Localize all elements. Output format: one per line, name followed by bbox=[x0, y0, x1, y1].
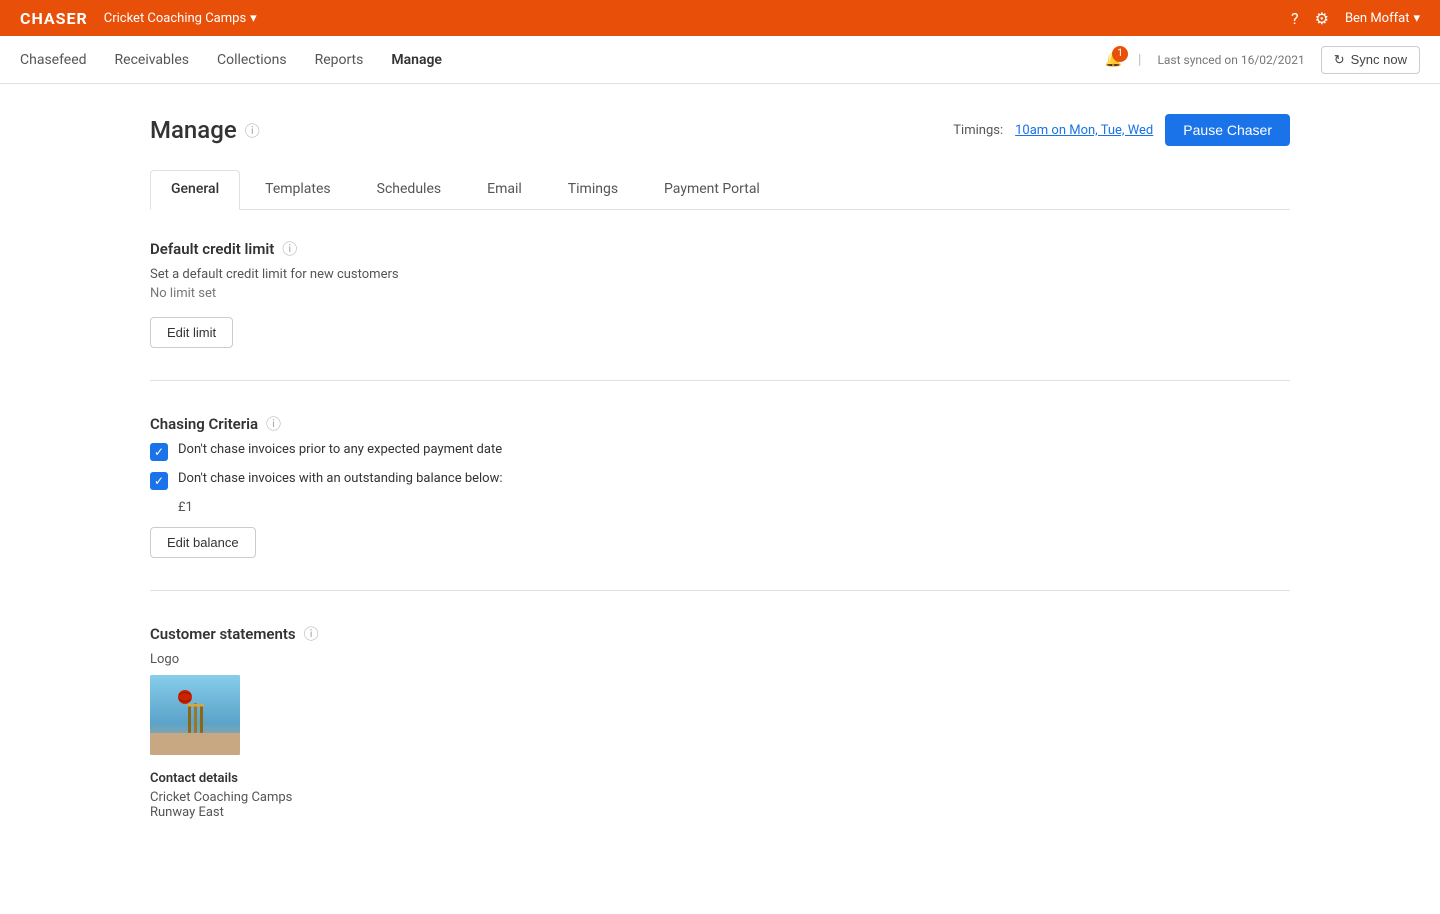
credit-limit-section: Default credit limit ⓘ Set a default cre… bbox=[150, 238, 1290, 381]
navbar-right: 🔔 1 | Last synced on 16/02/2021 ↻ Sync n… bbox=[1105, 46, 1420, 74]
sync-now-button[interactable]: ↻ Sync now bbox=[1321, 46, 1420, 74]
balance-value: £1 bbox=[178, 500, 1290, 515]
tab-timings[interactable]: Timings bbox=[547, 170, 639, 210]
nav-chasefeed[interactable]: Chasefeed bbox=[20, 52, 87, 68]
logo-label: Logo bbox=[150, 652, 1290, 667]
credit-limit-help-icon[interactable]: ⓘ bbox=[282, 238, 297, 259]
page-title: Manage bbox=[150, 116, 237, 144]
logo-image bbox=[150, 675, 240, 755]
tabs: General Templates Schedules Email Timing… bbox=[150, 170, 1290, 210]
sync-status: Last synced on 16/02/2021 bbox=[1157, 53, 1304, 67]
page-header: Manage ⓘ Timings: 10am on Mon, Tue, Wed … bbox=[150, 114, 1290, 146]
customer-statements-title-row: Customer statements ⓘ bbox=[150, 623, 1290, 644]
edit-balance-button[interactable]: Edit balance bbox=[150, 527, 256, 558]
nav-links: Chasefeed Receivables Collections Report… bbox=[20, 52, 442, 68]
tab-payment-portal[interactable]: Payment Portal bbox=[643, 170, 781, 210]
pause-chaser-button[interactable]: Pause Chaser bbox=[1165, 114, 1290, 146]
divider: | bbox=[1138, 52, 1141, 68]
check-icon-1: ✓ bbox=[154, 445, 164, 459]
checkbox-row-2: ✓ Don't chase invoices with an outstandi… bbox=[150, 471, 1290, 490]
main-content: Manage ⓘ Timings: 10am on Mon, Tue, Wed … bbox=[110, 84, 1330, 914]
customer-statements-help-icon[interactable]: ⓘ bbox=[304, 623, 319, 644]
nav-collections[interactable]: Collections bbox=[217, 52, 287, 68]
nav-manage[interactable]: Manage bbox=[391, 52, 442, 68]
nav-receivables[interactable]: Receivables bbox=[115, 52, 189, 68]
user-chevron-icon: ▾ bbox=[1413, 11, 1420, 26]
chasing-criteria-title: Chasing Criteria bbox=[150, 415, 258, 433]
notification-badge: 1 bbox=[1112, 46, 1128, 62]
timings-value[interactable]: 10am on Mon, Tue, Wed bbox=[1015, 123, 1153, 138]
tab-schedules[interactable]: Schedules bbox=[356, 170, 462, 210]
checkbox-label-1: Don't chase invoices prior to any expect… bbox=[178, 442, 502, 457]
chasing-criteria-section: Chasing Criteria ⓘ ✓ Don't chase invoice… bbox=[150, 413, 1290, 591]
contact-line-1: Cricket Coaching Camps bbox=[150, 790, 1290, 805]
nav-reports[interactable]: Reports bbox=[315, 52, 364, 68]
chasing-criteria-help-icon[interactable]: ⓘ bbox=[266, 413, 281, 434]
tab-general[interactable]: General bbox=[150, 170, 240, 210]
user-menu[interactable]: Ben Moffat ▾ bbox=[1345, 11, 1420, 26]
logo-svg bbox=[150, 675, 240, 755]
company-chevron-icon: ▾ bbox=[250, 11, 257, 26]
checkbox-row-1: ✓ Don't chase invoices prior to any expe… bbox=[150, 442, 1290, 461]
timings-label: Timings: bbox=[953, 123, 1003, 138]
page-title-row: Manage ⓘ bbox=[150, 116, 260, 144]
edit-limit-button[interactable]: Edit limit bbox=[150, 317, 233, 348]
navbar: Chasefeed Receivables Collections Report… bbox=[0, 36, 1440, 84]
sync-label: Sync now bbox=[1351, 52, 1407, 67]
settings-icon[interactable]: ⚙ bbox=[1315, 9, 1329, 28]
credit-limit-title-row: Default credit limit ⓘ bbox=[150, 238, 1290, 259]
credit-limit-desc: Set a default credit limit for new custo… bbox=[150, 267, 1290, 282]
tab-templates[interactable]: Templates bbox=[244, 170, 352, 210]
tab-email[interactable]: Email bbox=[466, 170, 543, 210]
contact-details-title: Contact details bbox=[150, 771, 1290, 786]
topbar: CHASER Cricket Coaching Camps ▾ ? ⚙ Ben … bbox=[0, 0, 1440, 36]
customer-statements-section: Customer statements ⓘ Logo bbox=[150, 623, 1290, 852]
company-selector[interactable]: Cricket Coaching Camps ▾ bbox=[104, 11, 257, 26]
notification-button[interactable]: 🔔 1 bbox=[1105, 52, 1122, 68]
page-help-icon[interactable]: ⓘ bbox=[245, 120, 260, 141]
credit-limit-title: Default credit limit bbox=[150, 240, 274, 258]
check-icon-2: ✓ bbox=[154, 474, 164, 488]
page-header-right: Timings: 10am on Mon, Tue, Wed Pause Cha… bbox=[953, 114, 1290, 146]
sync-icon: ↻ bbox=[1334, 52, 1345, 68]
credit-limit-sub: No limit set bbox=[150, 286, 1290, 301]
customer-statements-title: Customer statements bbox=[150, 625, 296, 643]
company-name: Cricket Coaching Camps bbox=[104, 11, 246, 26]
help-icon[interactable]: ? bbox=[1291, 9, 1299, 28]
contact-line-2: Runway East bbox=[150, 805, 1290, 820]
topbar-right: ? ⚙ Ben Moffat ▾ bbox=[1291, 9, 1420, 28]
checkbox-1[interactable]: ✓ bbox=[150, 443, 168, 461]
checkbox-label-2: Don't chase invoices with an outstanding… bbox=[178, 471, 503, 486]
topbar-left: CHASER Cricket Coaching Camps ▾ bbox=[20, 9, 257, 28]
chasing-criteria-title-row: Chasing Criteria ⓘ bbox=[150, 413, 1290, 434]
checkbox-2[interactable]: ✓ bbox=[150, 472, 168, 490]
brand-logo: CHASER bbox=[20, 9, 88, 28]
user-name: Ben Moffat bbox=[1345, 11, 1410, 26]
